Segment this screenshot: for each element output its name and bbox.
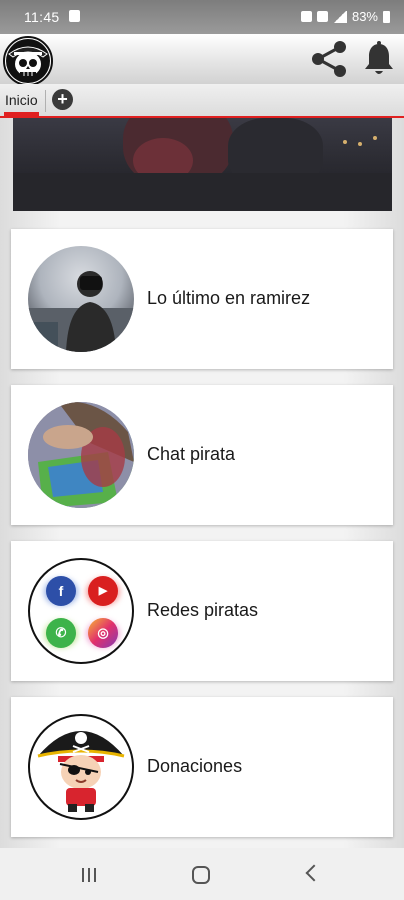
share-icon[interactable] (309, 39, 349, 79)
banner-light (358, 142, 362, 146)
menu-card-redes[interactable]: f ▶ ✆ ◎ Redes piratas (11, 541, 393, 681)
notification-check-icon (69, 10, 80, 22)
battery-icon (383, 10, 390, 23)
menu-card-ultimo[interactable]: Lo último en ramirez (11, 229, 393, 369)
person-with-camera-photo (28, 246, 134, 352)
plus-circle-icon[interactable]: + (52, 89, 73, 110)
home-icon[interactable] (192, 866, 210, 884)
back-icon[interactable] (305, 864, 323, 882)
banner-light (373, 136, 377, 140)
banner-ground (13, 173, 392, 211)
tab-strip: Inicio + (0, 84, 404, 118)
data-icon (316, 11, 328, 22)
bell-icon[interactable] (362, 41, 396, 77)
child-painting-photo (28, 402, 134, 508)
status-icons: 83% (300, 9, 390, 24)
signal-icon (332, 10, 347, 23)
youtube-icon: ▶ (88, 576, 118, 606)
system-nav-bar (0, 848, 404, 900)
menu-label: Donaciones (147, 756, 243, 776)
status-bar: 11:45 83% (0, 0, 404, 34)
whatsapp-icon: ✆ (46, 618, 76, 648)
menu-card-donaciones[interactable]: Donaciones (11, 697, 393, 837)
menu-label: Chat pirata (147, 444, 236, 464)
alarm-icon (300, 11, 312, 22)
pirate-cartoon (28, 714, 134, 820)
tab-inicio[interactable]: Inicio (0, 88, 43, 116)
recents-icon[interactable] (80, 868, 98, 882)
menu-label: Lo último en ramirez (147, 288, 311, 308)
battery-percent: 83% (351, 9, 378, 24)
pirate-skull-logo[interactable] (3, 36, 53, 86)
facebook-icon: f (46, 576, 76, 606)
dark-photo-banner[interactable] (13, 118, 392, 211)
tab-divider (45, 90, 46, 112)
app-bar (0, 34, 404, 86)
menu-card-chat[interactable]: Chat pirata (11, 385, 393, 525)
content-area: Lo último en ramirez Chat pirata f ▶ ✆ ◎ (0, 118, 404, 848)
social-network-icons: f ▶ ✆ ◎ (28, 558, 134, 664)
menu-label: Redes piratas (147, 600, 259, 620)
status-time: 11:45 (24, 9, 60, 25)
banner-light (343, 140, 347, 144)
instagram-icon: ◎ (88, 618, 118, 648)
